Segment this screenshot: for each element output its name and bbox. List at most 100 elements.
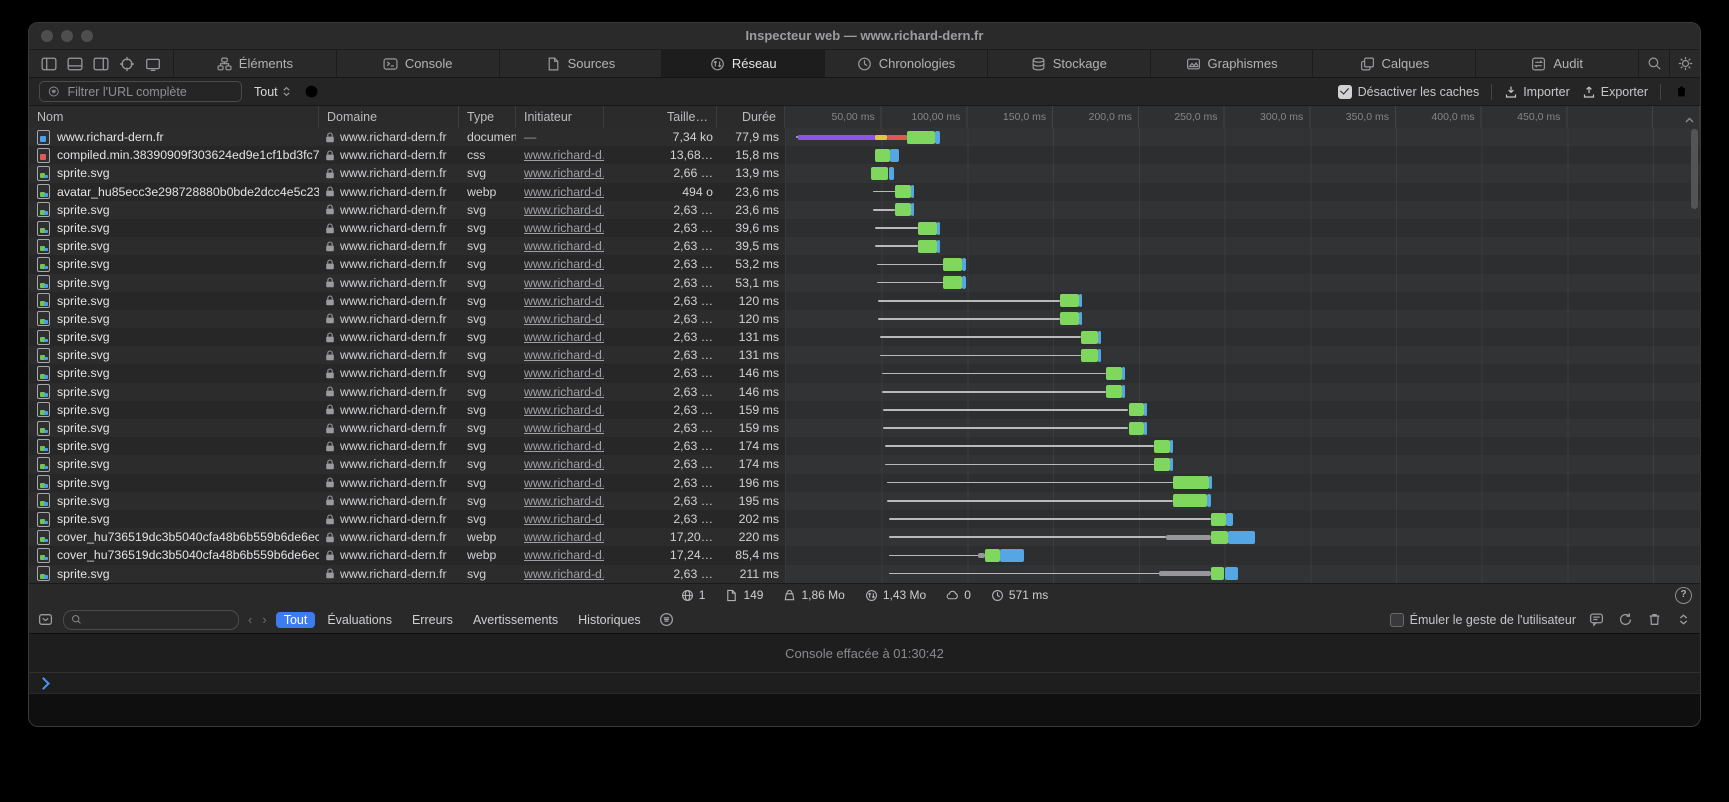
emulate-user-gesture-checkbox[interactable]: Émuler le geste de l'utilisateur [1390, 613, 1576, 627]
table-row[interactable]: sprite.svgwww.richard-dern.frsvgwww.rich… [29, 455, 1700, 473]
table-row[interactable]: sprite.svgwww.richard-dern.frsvgwww.rich… [29, 274, 1700, 292]
console-scope-tout[interactable]: Tout [276, 612, 316, 628]
cell-initiator[interactable]: www.richard-d… [516, 455, 604, 473]
console-prev-button[interactable]: ‹ [248, 612, 252, 627]
console-search-field[interactable] [63, 610, 239, 630]
tab-graphics[interactable]: Graphismes [1150, 50, 1313, 77]
dock-right-icon[interactable] [93, 56, 109, 72]
search-button[interactable] [1638, 50, 1669, 77]
cell-initiator[interactable]: www.richard-d… [516, 237, 604, 255]
cell-initiator[interactable]: www.richard-d… [516, 364, 604, 382]
help-button[interactable]: ? [1675, 587, 1692, 604]
table-row[interactable]: sprite.svgwww.richard-dern.frsvgwww.rich… [29, 201, 1700, 219]
cell-initiator[interactable]: www.richard-d… [516, 546, 604, 564]
element-picker-icon[interactable] [119, 56, 135, 72]
console-filter-panel-icon[interactable] [37, 611, 54, 628]
column-header-nom[interactable]: Nom [29, 106, 319, 128]
cell-initiator[interactable]: www.richard-d… [516, 164, 604, 182]
tab-timelines[interactable]: Chronologies [824, 50, 987, 77]
console-messages-icon[interactable] [1588, 611, 1605, 628]
dock-left-icon[interactable] [41, 56, 57, 72]
tab-storage[interactable]: Stockage [987, 50, 1150, 77]
cell-initiator[interactable]: www.richard-d… [516, 401, 604, 419]
cell-initiator[interactable]: www.richard-d… [516, 146, 604, 164]
column-header-domaine[interactable]: Domaine [319, 106, 459, 128]
tab-layers[interactable]: Calques [1312, 50, 1475, 77]
table-row[interactable]: www.richard-dern.frwww.richard-dern.frdo… [29, 128, 1700, 146]
tab-audit[interactable]: Audit [1475, 50, 1638, 77]
console-scope-évaluations[interactable]: Évaluations [319, 612, 400, 628]
table-row[interactable]: sprite.svgwww.richard-dern.frsvgwww.rich… [29, 310, 1700, 328]
table-row[interactable]: sprite.svgwww.richard-dern.frsvgwww.rich… [29, 219, 1700, 237]
table-row[interactable]: cover_hu736519dc3b5040cfa48b6b559b6de6ec… [29, 546, 1700, 564]
table-row[interactable]: sprite.svgwww.richard-dern.frsvgwww.rich… [29, 510, 1700, 528]
clear-console-button[interactable] [1646, 611, 1663, 628]
resource-type-select[interactable]: Tout [254, 85, 291, 99]
tab-console[interactable]: Console [336, 50, 499, 77]
export-button[interactable]: Exporter [1582, 85, 1648, 99]
vertical-scrollbar[interactable] [1691, 129, 1698, 209]
dock-bottom-icon[interactable] [67, 56, 83, 72]
table-row[interactable]: sprite.svgwww.richard-dern.frsvgwww.rich… [29, 492, 1700, 510]
console-input-area[interactable] [29, 693, 1700, 726]
cell-initiator[interactable]: www.richard-d… [516, 510, 604, 528]
cell-initiator[interactable]: www.richard-d… [516, 383, 604, 401]
url-filter-input[interactable] [65, 84, 233, 100]
table-row[interactable]: sprite.svgwww.richard-dern.frsvgwww.rich… [29, 346, 1700, 364]
column-header-type[interactable]: Type [459, 106, 516, 128]
filter-options-icon[interactable] [303, 83, 320, 100]
column-header-taille[interactable]: Taille… [604, 106, 717, 128]
settings-gear-button[interactable] [1669, 50, 1700, 77]
table-row[interactable]: compiled.min.38390909f303624ed9e1cf1bd3f… [29, 146, 1700, 164]
console-scope-historiques[interactable]: Historiques [570, 612, 649, 628]
table-row[interactable]: sprite.svgwww.richard-dern.frsvgwww.rich… [29, 255, 1700, 273]
refresh-icon[interactable] [1617, 611, 1634, 628]
disable-caches-checkbox[interactable]: Désactiver les caches [1338, 85, 1480, 99]
console-filter-options-icon[interactable] [658, 611, 675, 628]
tab-network[interactable]: Réseau [661, 50, 824, 77]
console-next-button[interactable]: › [262, 612, 266, 627]
cell-initiator[interactable]: www.richard-d… [516, 528, 604, 546]
table-row[interactable]: sprite.svgwww.richard-dern.frsvgwww.rich… [29, 401, 1700, 419]
tab-elements[interactable]: Éléments [173, 50, 336, 77]
console-scope-avertissements[interactable]: Avertissements [465, 612, 566, 628]
table-row[interactable]: sprite.svgwww.richard-dern.frsvgwww.rich… [29, 565, 1700, 583]
cell-initiator[interactable]: www.richard-d… [516, 292, 604, 310]
table-row[interactable]: sprite.svgwww.richard-dern.frsvgwww.rich… [29, 419, 1700, 437]
expand-console-icon[interactable] [1675, 611, 1692, 628]
table-row[interactable]: sprite.svgwww.richard-dern.frsvgwww.rich… [29, 364, 1700, 382]
cell-initiator[interactable]: www.richard-d… [516, 492, 604, 510]
table-row[interactable]: sprite.svgwww.richard-dern.frsvgwww.rich… [29, 237, 1700, 255]
table-row[interactable]: cover_hu736519dc3b5040cfa48b6b559b6de6ec… [29, 528, 1700, 546]
column-header-duree[interactable]: Durée [717, 106, 785, 128]
cell-initiator[interactable]: www.richard-d… [516, 219, 604, 237]
scroll-up-icon[interactable] [1684, 111, 1695, 122]
cell-initiator[interactable]: www.richard-d… [516, 419, 604, 437]
table-row[interactable]: avatar_hu85ecc3e298728880b0bde2dcc4e5c23… [29, 183, 1700, 201]
cell-initiator[interactable]: www.richard-d… [516, 183, 604, 201]
table-row[interactable]: sprite.svgwww.richard-dern.frsvgwww.rich… [29, 437, 1700, 455]
cell-initiator[interactable]: www.richard-d… [516, 437, 604, 455]
table-row[interactable]: sprite.svgwww.richard-dern.frsvgwww.rich… [29, 383, 1700, 401]
console-scope-erreurs[interactable]: Erreurs [404, 612, 461, 628]
table-row[interactable]: sprite.svgwww.richard-dern.frsvgwww.rich… [29, 328, 1700, 346]
url-filter-field[interactable] [39, 81, 242, 102]
tab-sources[interactable]: Sources [499, 50, 662, 77]
doc-svg-icon [37, 221, 50, 236]
cell-initiator[interactable]: www.richard-d… [516, 565, 604, 583]
cell-initiator[interactable]: www.richard-d… [516, 328, 604, 346]
import-button[interactable]: Importer [1504, 85, 1570, 99]
table-row[interactable]: sprite.svgwww.richard-dern.frsvgwww.rich… [29, 292, 1700, 310]
cell-initiator[interactable]: www.richard-d… [516, 255, 604, 273]
cell-initiator[interactable]: www.richard-d… [516, 474, 604, 492]
table-row[interactable]: sprite.svgwww.richard-dern.frsvgwww.rich… [29, 474, 1700, 492]
console-prompt[interactable] [29, 673, 1700, 693]
column-header-initiateur[interactable]: Initiateur [516, 106, 604, 128]
cell-initiator[interactable]: www.richard-d… [516, 274, 604, 292]
clear-network-items-button[interactable] [1673, 83, 1690, 100]
device-icon[interactable] [145, 56, 161, 72]
cell-initiator[interactable]: www.richard-d… [516, 346, 604, 364]
table-row[interactable]: sprite.svgwww.richard-dern.frsvgwww.rich… [29, 164, 1700, 182]
cell-initiator[interactable]: www.richard-d… [516, 310, 604, 328]
cell-initiator[interactable]: www.richard-d… [516, 201, 604, 219]
